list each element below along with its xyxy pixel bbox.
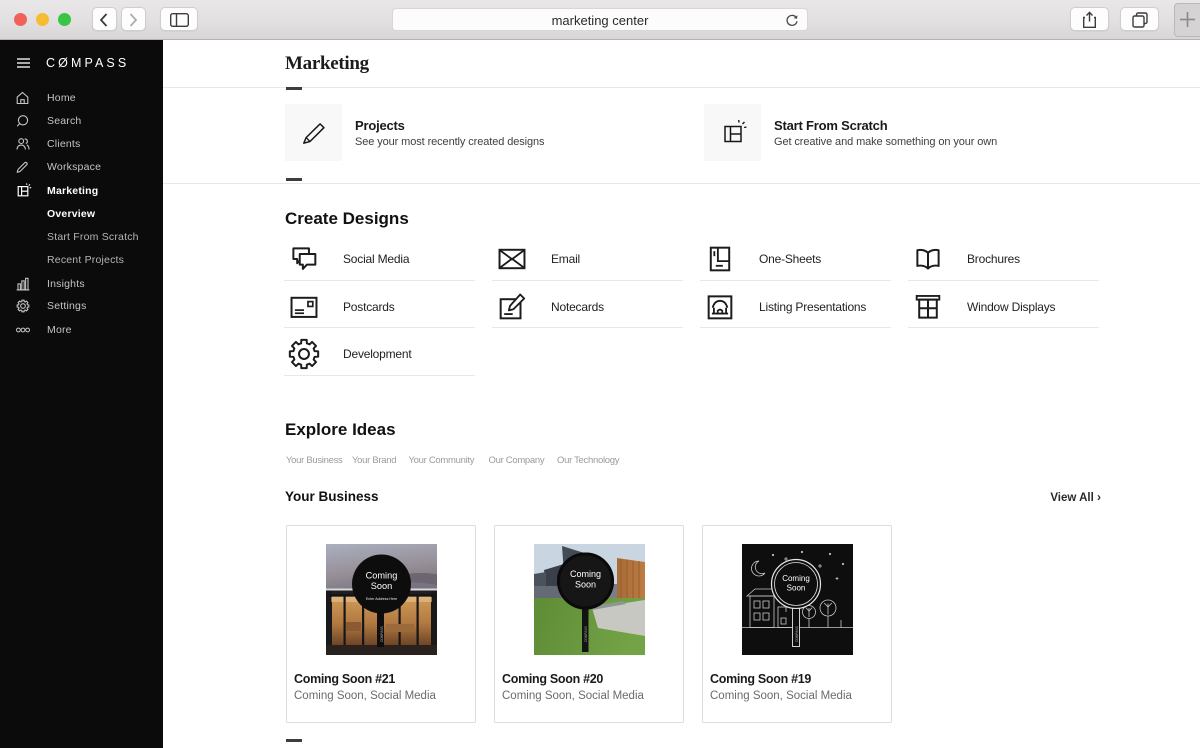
svg-text:Soon: Soon (371, 581, 392, 591)
svg-text:COMPASS: COMPASS (584, 626, 588, 642)
svg-text:COMPASS: COMPASS (380, 626, 384, 642)
svg-text:Soon: Soon (575, 579, 596, 589)
svg-text:Coming: Coming (570, 569, 601, 579)
svg-text:COMPASS: COMPASS (795, 626, 799, 642)
svg-text:Coming: Coming (366, 570, 398, 580)
svg-text:Coming: Coming (782, 574, 810, 583)
svg-text:Enter Address Here: Enter Address Here (366, 597, 397, 601)
svg-text:Soon: Soon (787, 583, 806, 592)
